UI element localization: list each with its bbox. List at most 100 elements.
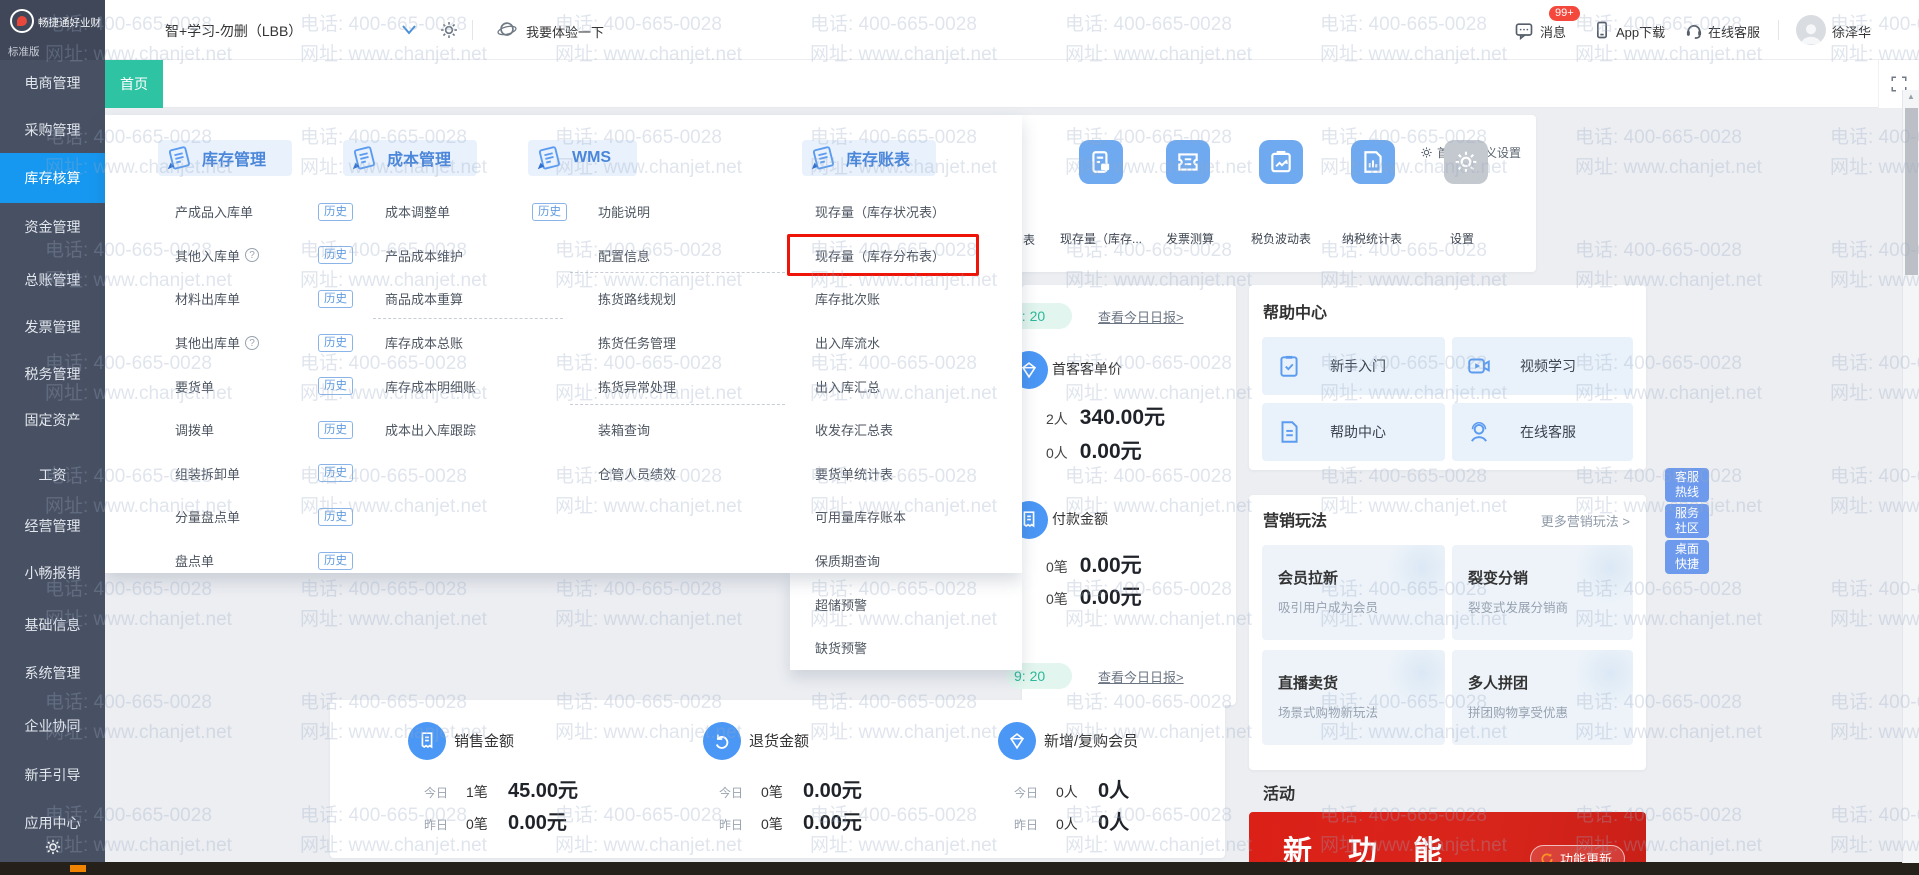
sidebar-item-guide[interactable]: 新手引导 <box>0 760 105 790</box>
menu-item[interactable]: 库存成本明细账 <box>385 364 567 408</box>
app-download-label[interactable]: App下载 <box>1616 22 1665 41</box>
menu-item[interactable]: 要货单 历史 <box>175 364 353 408</box>
menu-item[interactable]: 拣货路线规划 <box>598 277 798 321</box>
experience-balloon-icon[interactable] <box>496 19 518 41</box>
daily-report-link[interactable]: 查看今日日报> <box>1098 307 1184 326</box>
app-tile-inventory-report[interactable] <box>1079 140 1123 184</box>
mkt-tile-live-selling[interactable]: 直播卖货 场景式购物新玩法 <box>1262 650 1445 745</box>
menu-item[interactable]: 出入库流水 <box>815 321 1020 365</box>
scrollbar-thumb[interactable] <box>1905 108 1918 275</box>
menu-item[interactable]: 其他出库单历史 <box>175 321 353 365</box>
sidebar-item-expense[interactable]: 小畅报销 <box>0 558 105 588</box>
side-tab-community[interactable]: 服务 社区 <box>1665 504 1709 538</box>
menu-item[interactable]: 超储预警 <box>815 582 1020 626</box>
menu-item[interactable]: 调拨单 历史 <box>175 408 353 452</box>
experience-link[interactable]: 我要体验一下 <box>526 22 604 41</box>
app-window: 畅捷通好业财 标准版 智+学习-勿删（LBB） 我要体验一下 99+ 消息 Ap… <box>0 0 1919 875</box>
menu-item[interactable]: 保质期查询 <box>815 539 1020 583</box>
help-icon[interactable] <box>245 335 260 350</box>
history-badge[interactable]: 历史 <box>318 246 353 265</box>
history-badge[interactable]: 历史 <box>318 289 353 308</box>
menu-item[interactable]: 装箱查询 <box>598 408 798 452</box>
side-tab-hotline[interactable]: 客服 热线 <box>1665 468 1709 502</box>
app-tile-invoice-calc[interactable] <box>1166 140 1210 184</box>
online-service-label[interactable]: 在线客服 <box>1708 22 1760 41</box>
side-tab-desktop-shortcut[interactable]: 桌面 快捷 <box>1665 540 1709 574</box>
sidebar-item-ecommerce[interactable]: 电商管理 <box>0 68 105 98</box>
scroll-up-arrow[interactable]: ▲ <box>1903 92 1919 101</box>
app-tile-settings[interactable] <box>1444 140 1488 184</box>
menu-item[interactable]: 盘点单 历史 <box>175 539 353 583</box>
sidebar-item-assets[interactable]: 固定资产 <box>0 405 105 435</box>
history-badge[interactable]: 历史 <box>318 377 353 396</box>
menu-item[interactable]: 分量盘点单 历史 <box>175 495 353 539</box>
online-service-icon[interactable] <box>1684 20 1704 40</box>
app-tile-tax-stats[interactable] <box>1351 140 1395 184</box>
menu-item[interactable]: 其他入库单历史 <box>175 234 353 278</box>
sidebar-item-invoice[interactable]: 发票管理 <box>0 312 105 342</box>
menu-item[interactable]: 拣货任务管理 <box>598 321 798 365</box>
help-tile-video-learning[interactable]: 视频学习 <box>1452 337 1633 395</box>
app-download-icon[interactable] <box>1592 20 1612 40</box>
chevron-down-icon[interactable] <box>402 25 416 35</box>
app-tile-tax-fluctuation[interactable] <box>1259 140 1303 184</box>
annotation-highlight-box <box>787 234 979 276</box>
menu-item[interactable]: 成本调整单 历史 <box>385 190 567 234</box>
sidebar-item-inventory-active[interactable]: 库存核算 <box>0 153 105 203</box>
avatar[interactable] <box>1796 15 1826 45</box>
help-tile-online-service[interactable]: 在线客服 <box>1452 403 1633 461</box>
history-badge[interactable]: 历史 <box>318 420 353 439</box>
sidebar-item-purchase[interactable]: 采购管理 <box>0 115 105 145</box>
help-tile-getting-started[interactable]: 新手入门 <box>1262 337 1445 395</box>
menu-item[interactable]: 可用量库存账本 <box>815 495 1020 539</box>
sidebar-item-app-center[interactable]: 应用中心 <box>0 808 105 838</box>
more-marketing-link[interactable]: 更多营销玩法 > <box>1541 511 1630 530</box>
help-icon[interactable] <box>245 248 260 263</box>
history-badge[interactable]: 历史 <box>532 202 567 221</box>
vertical-scrollbar[interactable]: ▲ <box>1902 90 1919 863</box>
sidebar-settings-gear[interactable] <box>0 838 105 856</box>
daily-report-link[interactable]: 查看今日日报> <box>1098 667 1184 686</box>
menu-item[interactable]: 库存成本总账 <box>385 321 567 365</box>
menu-item[interactable]: 配置信息 <box>598 234 798 278</box>
menu-item[interactable]: 要货单统计表 <box>815 452 1020 496</box>
menu-item[interactable]: 仓管人员绩效 <box>598 452 798 496</box>
sidebar-item-funds[interactable]: 资金管理 <box>0 212 105 242</box>
sidebar-item-operation[interactable]: 经营管理 <box>0 511 105 541</box>
sidebar-item-ledger[interactable]: 总账管理 <box>0 265 105 295</box>
sidebar-item-basic-info[interactable]: 基础信息 <box>0 610 105 640</box>
mkt-tile-member-acquisition[interactable]: 会员拉新 吸引用户成为会员 <box>1262 545 1445 640</box>
menu-item[interactable]: 材料出库单 历史 <box>175 277 353 321</box>
account-name[interactable]: 智+学习-勿删（LBB） <box>165 21 302 41</box>
sidebar-item-collab[interactable]: 企业协同 <box>0 711 105 741</box>
menu-item[interactable]: 产品成本维护 <box>385 234 567 278</box>
mkt-tile-fission-distribution[interactable]: 裂变分销 裂变式发展分销商 <box>1452 545 1633 640</box>
username[interactable]: 徐泽华 <box>1832 22 1871 41</box>
history-badge[interactable]: 历史 <box>318 507 353 526</box>
menu-item[interactable]: 拣货异常处理 <box>598 364 798 408</box>
mkt-tile-group-buying[interactable]: 多人拼团 拼团购物享受优惠 <box>1452 650 1633 745</box>
history-badge[interactable]: 历史 <box>318 464 353 483</box>
history-badge[interactable]: 历史 <box>318 333 353 352</box>
messages-icon[interactable] <box>1514 20 1534 40</box>
app-label[interactable]: 设置 <box>1407 230 1517 247</box>
menu-item[interactable]: 缺货预警 <box>815 626 1020 670</box>
messages-label[interactable]: 消息 <box>1540 22 1566 41</box>
menu-item[interactable]: 成本出入库跟踪 <box>385 408 567 452</box>
sidebar-item-salary[interactable]: 工资 <box>0 460 105 490</box>
menu-item[interactable]: 收发存汇总表 <box>815 408 1020 452</box>
menu-item[interactable]: 产成品入库单 历史 <box>175 190 353 234</box>
menu-item[interactable]: 库存批次账 <box>815 277 1020 321</box>
tab-home[interactable]: 首页 <box>105 60 163 108</box>
history-badge[interactable]: 历史 <box>318 202 353 221</box>
menu-item[interactable]: 商品成本重算 <box>385 277 567 321</box>
gear-icon[interactable] <box>439 20 459 40</box>
menu-item[interactable]: 功能说明 <box>598 190 798 234</box>
history-badge[interactable]: 历史 <box>318 551 353 570</box>
menu-item[interactable]: 组装拆卸单 历史 <box>175 452 353 496</box>
sidebar-item-tax[interactable]: 税务管理 <box>0 359 105 389</box>
menu-item[interactable]: 现存量（库存状况表） <box>815 190 1020 234</box>
help-tile-help-center[interactable]: 帮助中心 <box>1262 403 1445 461</box>
sidebar-item-system[interactable]: 系统管理 <box>0 658 105 688</box>
menu-item[interactable]: 出入库汇总 <box>815 364 1020 408</box>
